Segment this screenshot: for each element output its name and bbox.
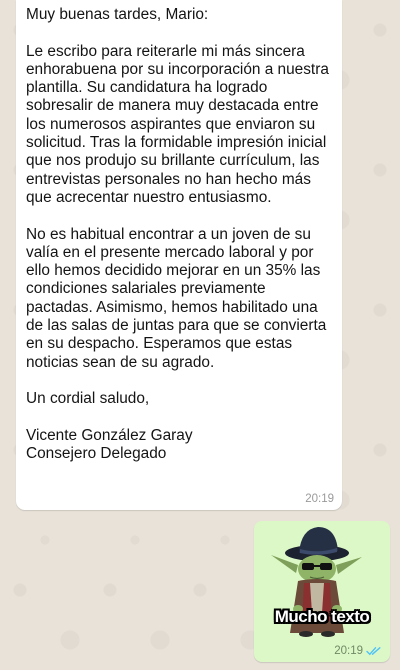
incoming-message-bubble[interactable]: Muy buenas tardes, Mario: Le escribo par…	[16, 0, 342, 510]
chat-area: Muy buenas tardes, Mario: Le escribo par…	[0, 0, 400, 670]
sticker-caption: Mucho texto	[274, 607, 370, 626]
outgoing-message-timestamp: 20:19	[334, 645, 363, 657]
outgoing-message-meta: 20:19	[334, 645, 382, 657]
message-text: Muy buenas tardes, Mario: Le escribo par…	[26, 6, 329, 463]
double-check-read-icon	[366, 647, 381, 656]
message-timestamp: 20:19	[305, 493, 334, 505]
outgoing-sticker-bubble[interactable]: Mucho texto 20:19	[254, 521, 390, 662]
